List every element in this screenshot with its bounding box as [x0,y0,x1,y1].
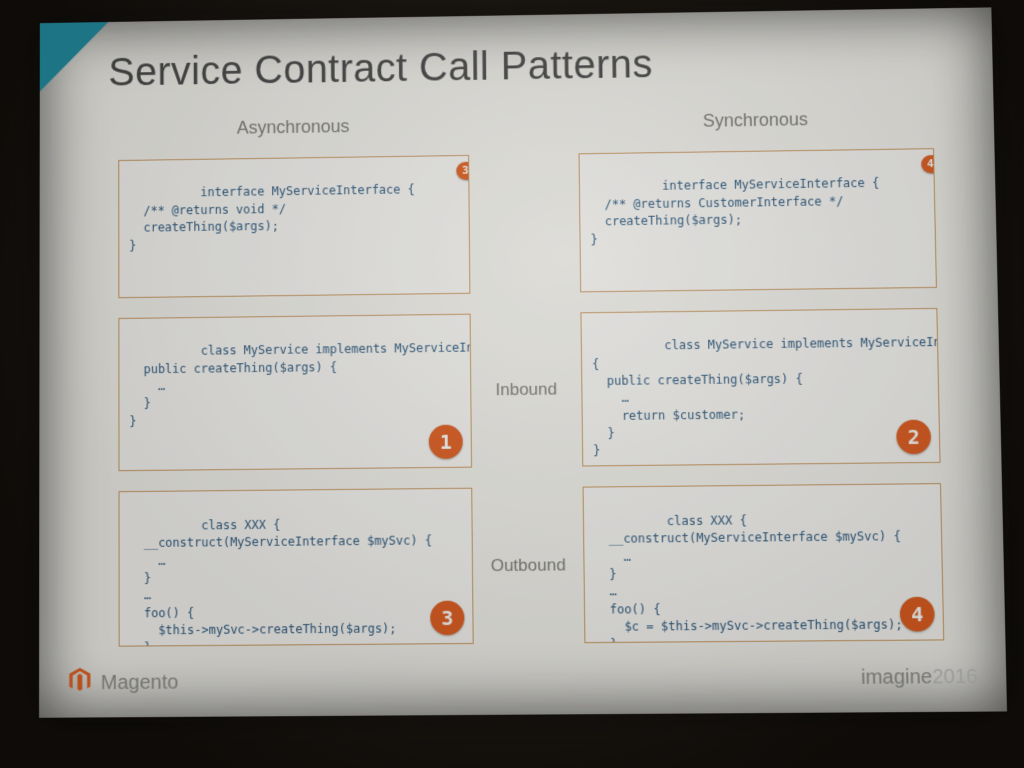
code-async-inbound: class MyService implements MyServiceInte… [118,313,472,471]
pattern-badge-3: 3 [430,601,464,636]
magento-logo: Magento [67,666,178,699]
code-sync-interface: interface MyServiceInterface { /** @retu… [579,148,937,292]
slide-title: Service Contract Call Patterns [40,7,993,102]
code-text: interface MyServiceInterface { /** @retu… [129,183,415,252]
code-text: class MyService implements MyServiceInte… [592,334,941,457]
photo-background: Service Contract Call Patterns Asynchron… [0,0,1024,768]
mini-badge: 3 [456,162,470,180]
event-label: imagine2016 [861,665,978,689]
code-sync-inbound: class MyService implements MyServiceInte… [580,308,940,467]
column-header-sync: Synchronous [578,107,934,133]
code-text: class XXX { __construct(MyServiceInterfa… [594,513,903,643]
mini-badge: 4 [921,155,937,173]
slide-projection: Service Contract Call Patterns Asynchron… [36,12,996,712]
row-spacer [479,153,570,293]
corner-accent [40,22,109,92]
pattern-badge-1: 1 [429,425,463,459]
column-spacer [479,108,569,135]
brand-text: Magento [101,671,179,695]
slide: Service Contract Call Patterns Asynchron… [39,7,1007,717]
code-text: class MyService implements MyServiceInte… [129,340,472,428]
pattern-grid: Asynchronous Synchronous interface MySer… [118,102,944,646]
event-name: imagine [861,665,933,688]
code-text: class XXX { __construct(MyServiceInterfa… [129,517,432,646]
event-year: 2016 [932,665,978,688]
pattern-badge-2: 2 [896,420,931,455]
code-async-interface: interface MyServiceInterface { /** @retu… [118,155,470,298]
pattern-badge-4: 4 [900,597,935,632]
slide-footer: Magento imagine2016 [67,661,978,700]
row-label-inbound: Inbound [481,379,571,400]
magento-icon [67,667,93,699]
column-header-async: Asynchronous [118,114,469,140]
code-async-outbound: class XXX { __construct(MyServiceInterfa… [119,488,474,647]
code-sync-outbound: class XXX { __construct(MyServiceInterfa… [583,483,945,643]
code-text: interface MyServiceInterface { /** @retu… [590,176,879,246]
row-label-outbound: Outbound [483,555,574,576]
